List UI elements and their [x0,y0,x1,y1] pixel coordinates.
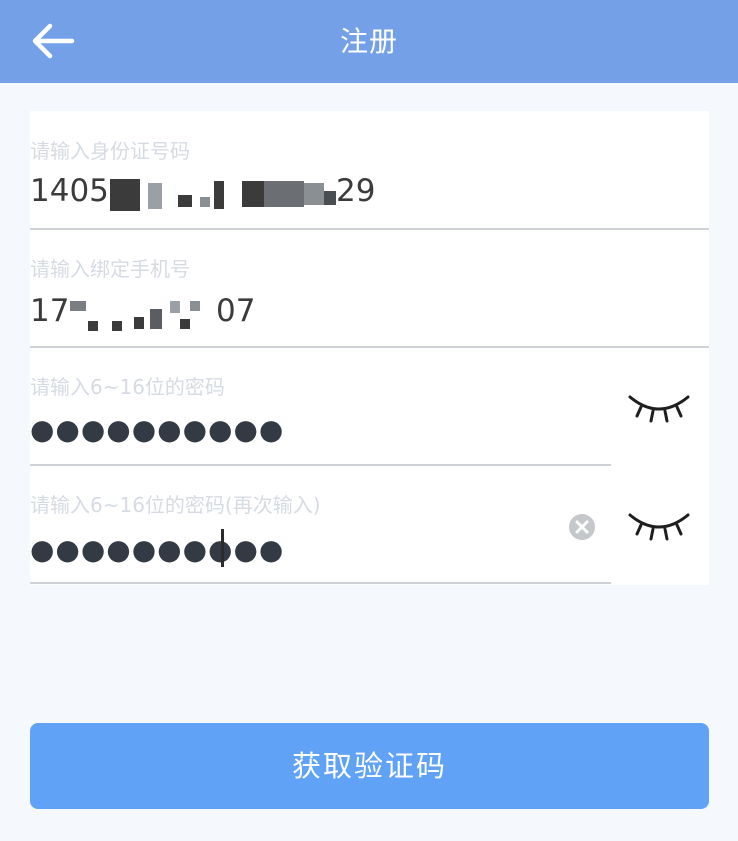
phone-field[interactable]: 请输入绑定手机号 17 07 [30,231,709,349]
confirm-password-field[interactable]: 请输入6~16位的密码(再次输入) ●●●●●●●●●● [30,467,612,585]
id-number-suffix: 29 [336,173,376,209]
phone-placeholder: 请输入绑定手机号 [30,257,190,281]
phone-divider [30,346,709,348]
password-field[interactable]: 请输入6~16位的密码 ●●●●●●●●●● [30,349,612,467]
phone-prefix: 17 [30,293,70,329]
text-cursor [221,529,224,567]
confirm-password-divider [30,582,611,584]
confirm-password-value: ●●●●●●●●●● [30,533,285,566]
app-header: 注册 [0,0,738,83]
password-divider [30,464,611,466]
password-value: ●●●●●●●●●● [30,413,285,446]
id-number-prefix: 1405 [30,173,109,209]
confirm-password-placeholder: 请输入6~16位的密码(再次输入) [30,493,321,517]
id-number-field[interactable]: 请输入身份证号码 1405 29 [30,111,709,231]
eye-closed-icon[interactable] [627,509,691,543]
eye-closed-icon[interactable] [627,391,691,425]
get-verification-code-button[interactable]: 获取验证码 [30,723,709,809]
password-placeholder: 请输入6~16位的密码 [30,375,225,399]
clear-circle-icon[interactable] [568,513,596,541]
id-number-placeholder: 请输入身份证号码 [30,139,190,163]
page-title: 注册 [339,25,398,58]
id-number-value: 1405 [30,173,109,209]
id-number-divider [30,228,709,230]
phone-suffix: 07 [216,293,256,329]
